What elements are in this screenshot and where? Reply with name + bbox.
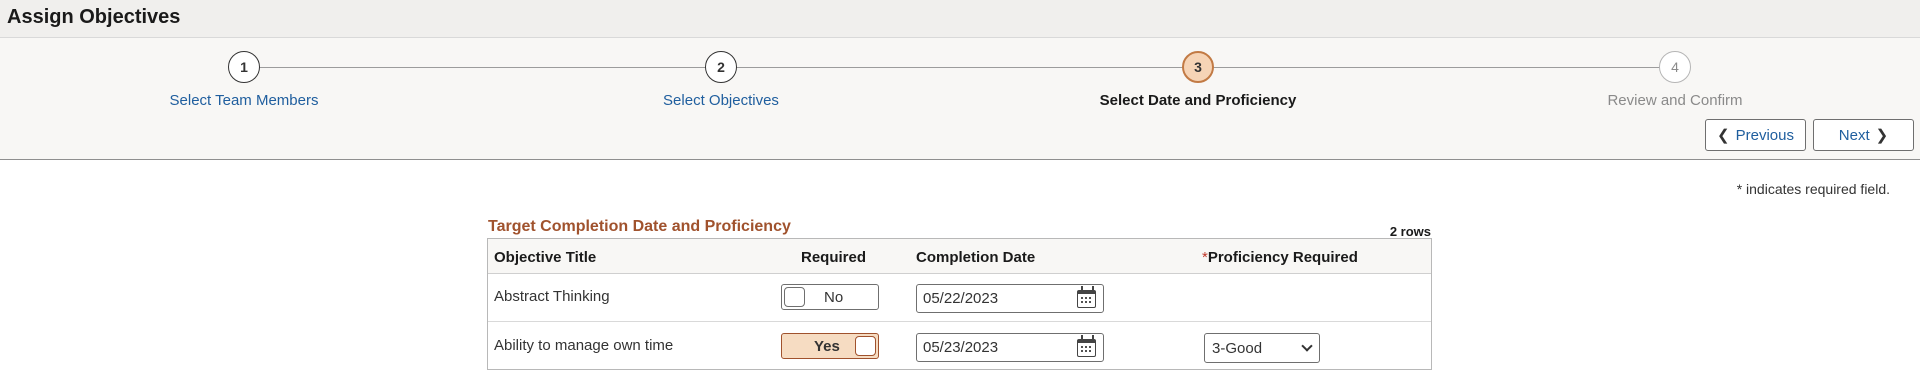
grid-row-count: 2 rows bbox=[1389, 224, 1431, 239]
toggle-knob bbox=[855, 336, 876, 356]
chevron-left-icon: ❮ bbox=[1717, 127, 1730, 144]
step-label: Select Date and Proficiency bbox=[1099, 92, 1297, 109]
completion-date-field[interactable] bbox=[916, 284, 1104, 313]
step-number: 4 bbox=[1659, 51, 1691, 83]
step-number: 3 bbox=[1182, 51, 1214, 83]
step-select-objectives[interactable]: 2 Select Objectives bbox=[571, 51, 871, 109]
calendar-icon[interactable] bbox=[1077, 286, 1096, 308]
step-review-and-confirm: 4 Review and Confirm bbox=[1525, 51, 1825, 109]
column-header-objective-title: Objective Title bbox=[494, 249, 597, 266]
calendar-icon[interactable] bbox=[1077, 335, 1096, 357]
table-row: Ability to manage own time Yes 3-Good bbox=[488, 323, 1431, 371]
toggle-knob bbox=[784, 287, 805, 307]
proficiency-select[interactable]: 3-Good bbox=[1204, 333, 1320, 363]
step-label[interactable]: Select Objectives bbox=[571, 92, 871, 109]
completion-date-input[interactable] bbox=[918, 335, 1068, 360]
required-toggle[interactable]: Yes bbox=[781, 333, 879, 359]
column-header-proficiency-required: *Proficiency Required bbox=[1202, 249, 1358, 266]
completion-date-input[interactable] bbox=[918, 286, 1068, 311]
grid-title: Target Completion Date and Proficiency bbox=[488, 218, 791, 235]
steps-connector-line bbox=[244, 67, 1676, 68]
page-title: Assign Objectives bbox=[7, 6, 181, 28]
required-toggle-label: No bbox=[824, 289, 844, 306]
step-number: 1 bbox=[228, 51, 260, 83]
grid-header: Objective Title Required Completion Date… bbox=[488, 239, 1431, 274]
completion-date-field[interactable] bbox=[916, 333, 1104, 362]
step-number: 2 bbox=[705, 51, 737, 83]
step-select-date-and-proficiency: 3 Select Date and Proficiency bbox=[1048, 51, 1348, 109]
chevron-down-icon bbox=[1301, 340, 1313, 352]
next-button[interactable]: Next ❯ bbox=[1813, 119, 1914, 151]
required-field-note: * indicates required field. bbox=[1736, 181, 1890, 197]
previous-button[interactable]: ❮ Previous bbox=[1705, 119, 1806, 151]
column-header-required: Required bbox=[801, 249, 867, 266]
chevron-right-icon: ❯ bbox=[1875, 127, 1889, 144]
required-toggle-label: Yes bbox=[814, 338, 840, 355]
step-navigator: 1 Select Team Members 2 Select Objective… bbox=[0, 38, 1920, 160]
step-label: Review and Confirm bbox=[1607, 92, 1743, 109]
objectives-grid: Objective Title Required Completion Date… bbox=[487, 238, 1432, 370]
table-row: Abstract Thinking No bbox=[488, 274, 1431, 322]
objective-title-cell: Ability to manage own time bbox=[494, 337, 674, 354]
step-select-team-members[interactable]: 1 Select Team Members bbox=[94, 51, 394, 109]
next-button-label: Next bbox=[1838, 126, 1870, 144]
objective-title-cell: Abstract Thinking bbox=[494, 288, 610, 305]
previous-button-label: Previous bbox=[1735, 126, 1794, 144]
title-bar: Assign Objectives bbox=[0, 0, 1920, 38]
required-toggle[interactable]: No bbox=[781, 284, 879, 310]
column-header-completion-date: Completion Date bbox=[916, 249, 1036, 266]
column-header-proficiency-label: Proficiency Required bbox=[1207, 249, 1358, 266]
proficiency-select-value: 3-Good bbox=[1212, 340, 1263, 357]
step-label[interactable]: Select Team Members bbox=[94, 92, 394, 109]
